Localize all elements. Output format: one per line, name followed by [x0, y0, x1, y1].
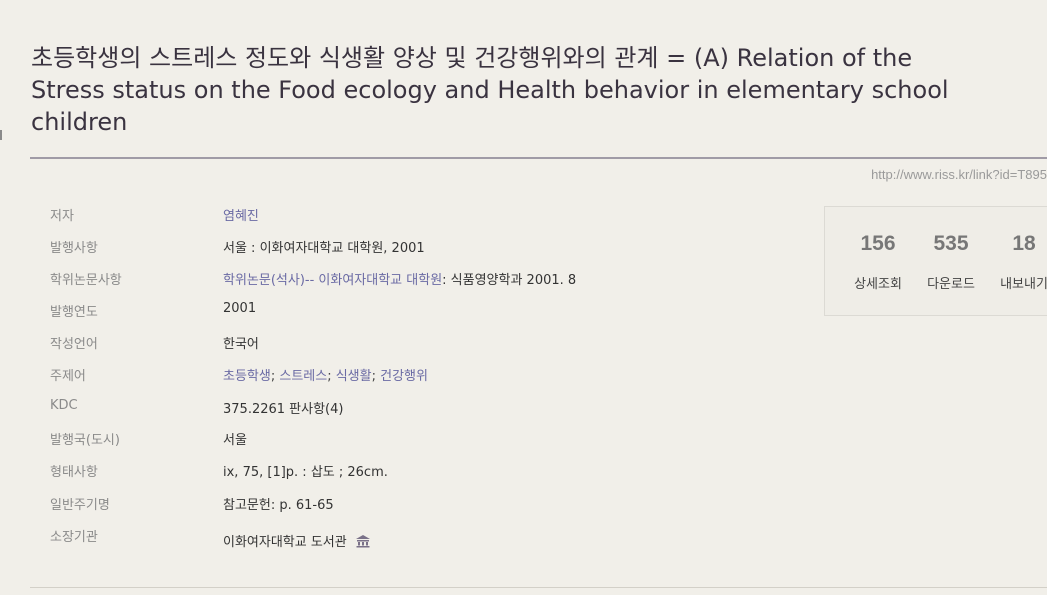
meta-row-format: 형태사항 ix, 75, [1]p. : 삽도 ; 26cm. [0, 461, 800, 481]
thesis-value: 학위논문(석사)-- 이화여자대학교 대학원: 식품영양학과 2001. 8 [223, 269, 576, 288]
meta-row-language: 작성언어 한국어 [0, 333, 800, 353]
library-icon[interactable] [355, 534, 371, 552]
usage-stats-panel: 156 상세조회 535 다운로드 18 내보내기 [824, 206, 1047, 316]
holding-library-name: 이화여자대학교 도서관 [223, 535, 347, 550]
author-link[interactable]: 염혜진 [223, 205, 259, 224]
publication-value: 서울 : 이화여자대학교 대학원, 2001 [223, 241, 425, 256]
subject-separator: ; [327, 369, 336, 384]
meta-row-publication: 발행사항 서울 : 이화여자대학교 대학원, 2001 [0, 237, 800, 257]
section-divider [30, 587, 1047, 588]
kdc-label: KDC [50, 398, 78, 413]
subject-separator: ; [371, 369, 381, 384]
stat-exports-label: 내보내기 [1000, 277, 1047, 292]
country-label: 발행국(도시) [50, 433, 120, 448]
language-value: 한국어 [223, 337, 259, 352]
stat-exports-count: 18 [1012, 232, 1036, 255]
thesis-rest: : 식품영양학과 2001. 8 [442, 273, 577, 288]
page-title: 초등학생의 스트레스 정도와 식생활 양상 및 건강행위와의 관계 = (A) … [31, 44, 949, 136]
publication-label: 발행사항 [50, 241, 98, 256]
year-label: 발행연도 [50, 305, 98, 320]
thesis-label: 학위논문사항 [50, 273, 122, 288]
meta-row-author: 저자 염혜진 [0, 205, 800, 225]
meta-row-country: 발행국(도시) 서울 [0, 429, 800, 449]
meta-row-kdc: KDC 375.2261 판사항(4) [0, 398, 800, 418]
note-value: 참고문헌: p. 61-65 [223, 498, 334, 513]
author-label: 저자 [50, 209, 74, 224]
year-value: 2001 [223, 301, 257, 316]
stat-downloads-count: 535 [933, 232, 969, 255]
note-label: 일반주기명 [50, 498, 110, 513]
stat-views-count: 156 [860, 232, 896, 255]
holding-value: 이화여자대학교 도서관 [223, 531, 371, 552]
subjects-label: 주제어 [50, 369, 86, 384]
holding-label: 소장기관 [50, 530, 98, 545]
country-value: 서울 [223, 433, 247, 448]
permalink-url[interactable]: http://www.riss.kr/link?id=T895 [871, 167, 1047, 182]
meta-row-subjects: 주제어 초등학생; 스트레스; 식생활; 건강행위 [0, 365, 800, 385]
format-label: 형태사항 [50, 465, 98, 480]
subject-link[interactable]: 식생활 [336, 369, 372, 384]
meta-row-holding: 소장기관 이화여자대학교 도서관 [0, 526, 800, 550]
meta-row-year: 발행연도 2001 [0, 301, 800, 321]
title-divider [30, 157, 1047, 159]
subject-link[interactable]: 초등학생 [223, 369, 271, 384]
kdc-value: 375.2261 판사항(4) [223, 402, 344, 417]
meta-row-thesis: 학위논문사항 학위논문(석사)-- 이화여자대학교 대학원: 식품영양학과 20… [0, 269, 800, 289]
format-value: ix, 75, [1]p. : 삽도 ; 26cm. [223, 465, 388, 480]
meta-row-note: 일반주기명 참고문헌: p. 61-65 [0, 494, 800, 514]
scroll-edge-marker [0, 130, 2, 140]
subject-link[interactable]: 건강행위 [380, 369, 428, 384]
subject-link[interactable]: 스트레스 [279, 369, 327, 384]
thesis-link[interactable]: 학위논문(석사)-- 이화여자대학교 대학원 [223, 273, 442, 288]
language-label: 작성언어 [50, 337, 98, 352]
subjects-value: 초등학생; 스트레스; 식생활; 건강행위 [223, 365, 428, 384]
